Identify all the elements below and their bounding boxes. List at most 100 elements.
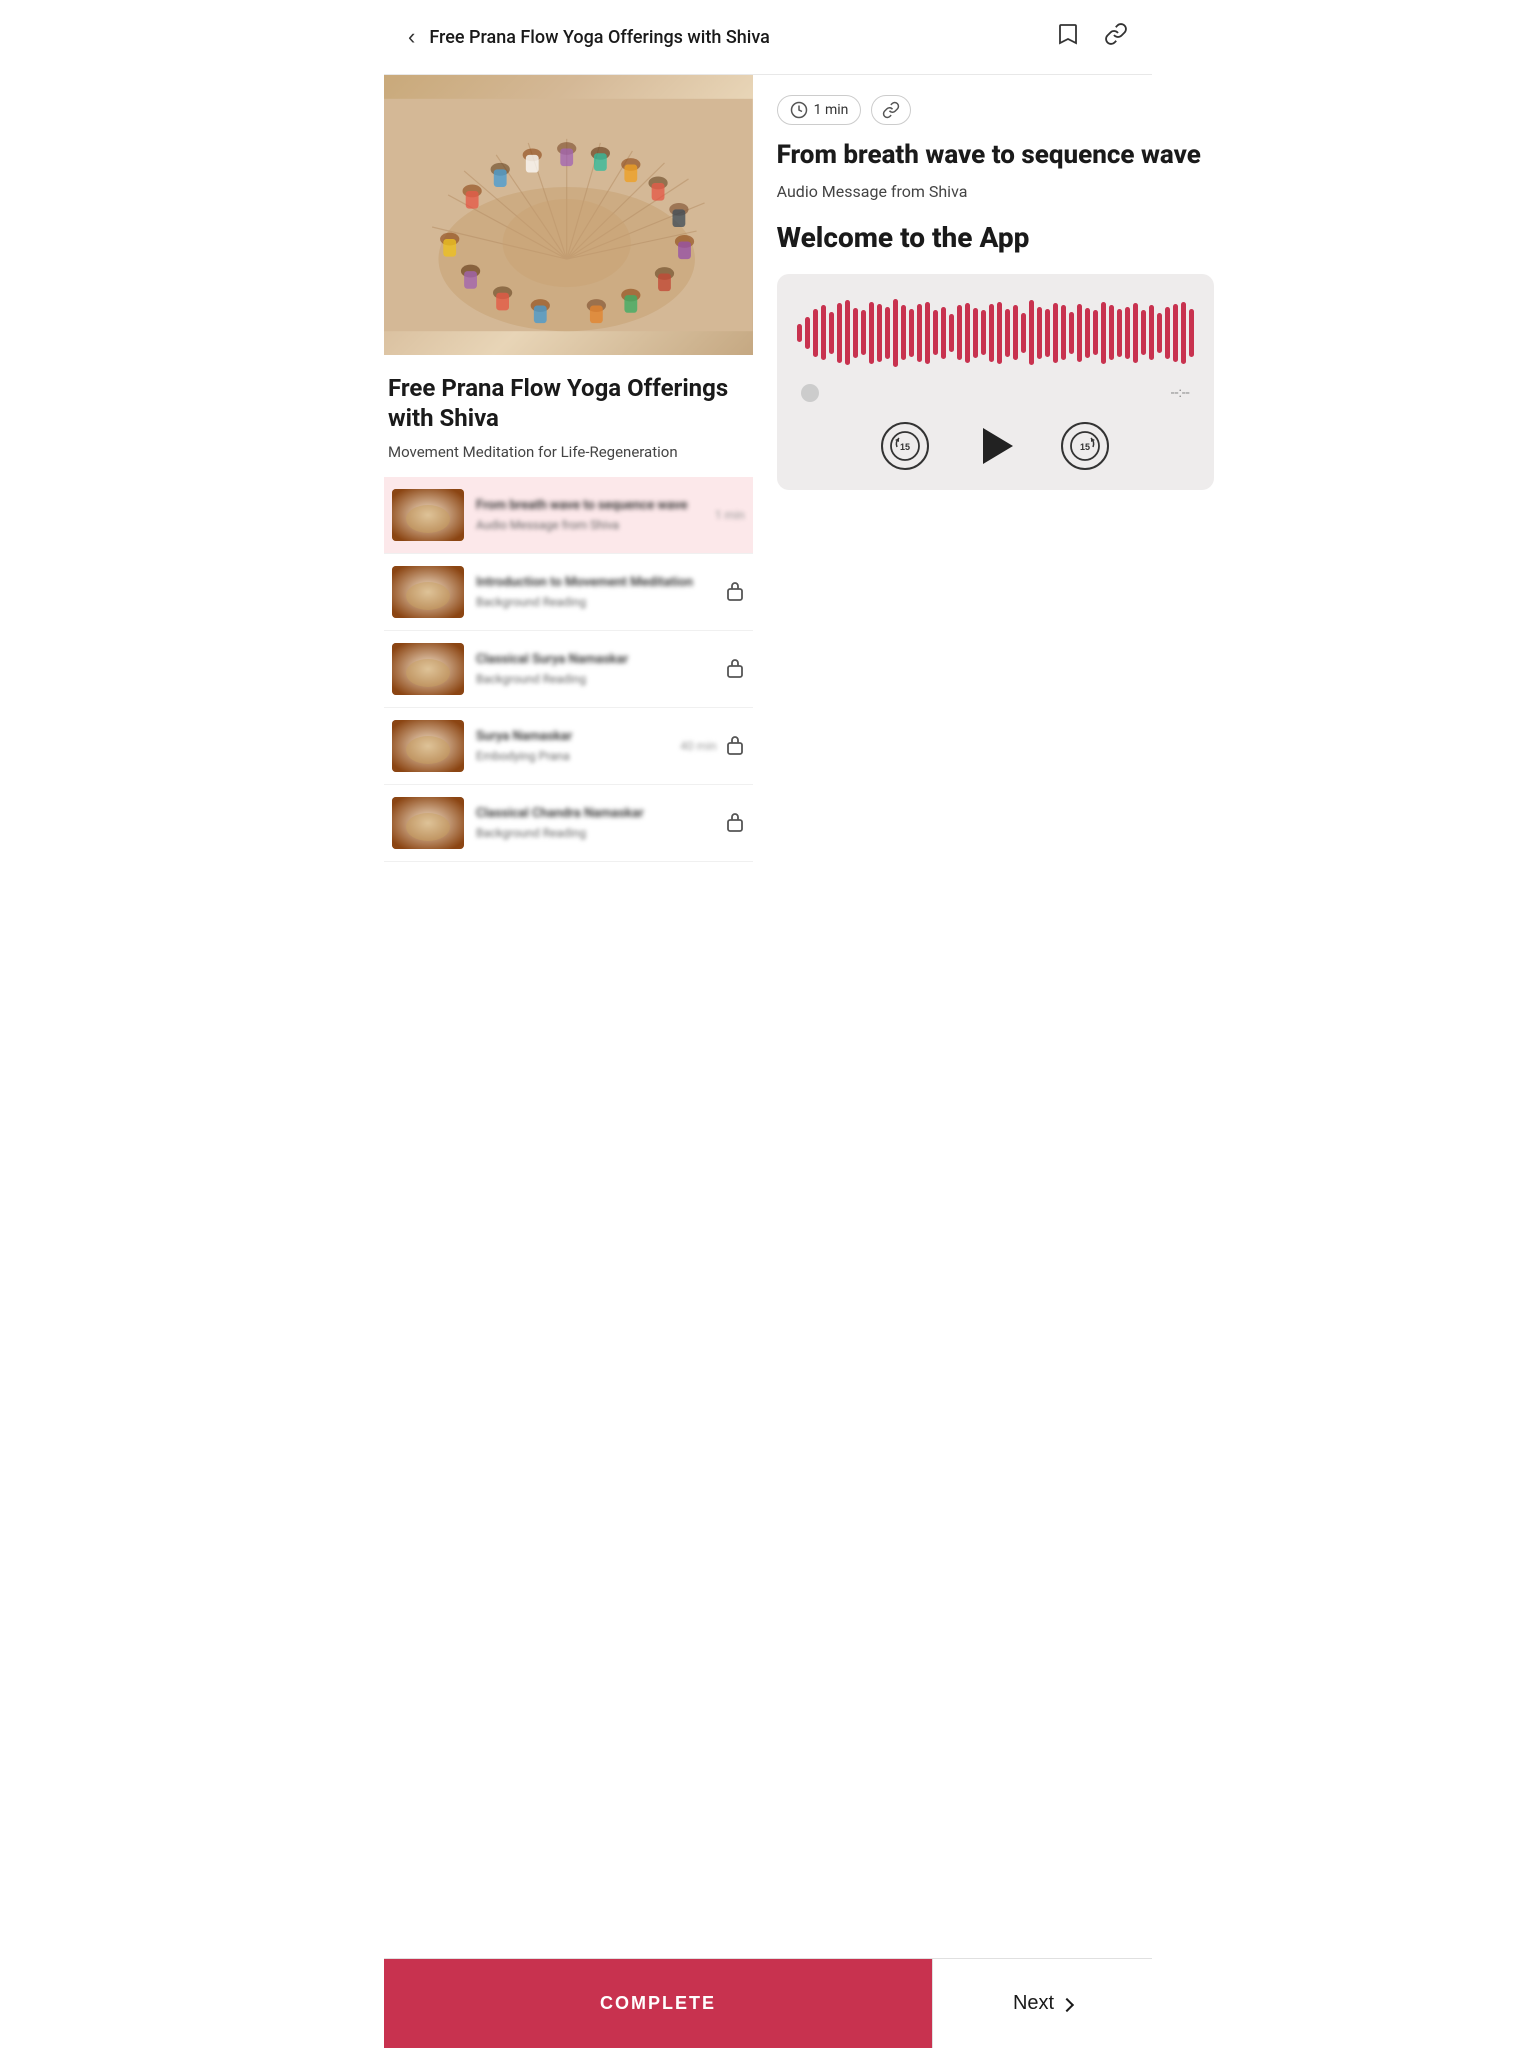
duration-label: 1 min bbox=[814, 102, 849, 118]
waveform-bar bbox=[917, 304, 922, 362]
lesson-duration: 40 min bbox=[680, 739, 717, 753]
bookmark-button[interactable] bbox=[1052, 18, 1084, 56]
lesson-type: Embodying Prana bbox=[476, 749, 680, 763]
waveform-bar bbox=[1149, 305, 1154, 360]
waveform-bar bbox=[893, 299, 898, 367]
lesson-info: From breath wave to sequence wave Audio M… bbox=[476, 498, 715, 532]
lesson-type: Background Reading bbox=[476, 595, 725, 609]
header-left: ‹ Free Prana Flow Yoga Offerings with Sh… bbox=[404, 20, 770, 54]
waveform-bar bbox=[813, 309, 818, 357]
welcome-title: Welcome to the App bbox=[777, 221, 1214, 254]
waveform-bar bbox=[949, 314, 954, 352]
waveform-bar bbox=[837, 303, 842, 363]
lesson-thumbnail bbox=[392, 489, 464, 541]
course-subtitle: Movement Meditation for Life-Regeneratio… bbox=[384, 439, 753, 477]
waveform-bar bbox=[997, 302, 1002, 364]
hero-illustration bbox=[384, 75, 753, 355]
hero-image bbox=[384, 75, 753, 355]
waveform-bar bbox=[1101, 302, 1106, 364]
lesson-item[interactable]: Introduction to Movement Meditation Backg… bbox=[384, 554, 753, 631]
back-button[interactable]: ‹ bbox=[404, 20, 419, 54]
lesson-item[interactable]: Classical Chandra Namaskar Background Rea… bbox=[384, 785, 753, 862]
waveform-bar bbox=[1045, 309, 1050, 357]
svg-text:15: 15 bbox=[1080, 442, 1090, 452]
waveform-bar bbox=[1141, 310, 1146, 355]
waveform-bar bbox=[1093, 310, 1098, 355]
lesson-info: Introduction to Movement Meditation Backg… bbox=[476, 575, 725, 609]
waveform-bar bbox=[869, 302, 874, 364]
waveform-bar bbox=[853, 308, 858, 358]
lock-icon bbox=[725, 579, 745, 606]
lesson-name: Introduction to Movement Meditation bbox=[476, 575, 725, 592]
waveform-bar bbox=[885, 307, 890, 359]
link-icon bbox=[1104, 22, 1128, 46]
waveform-bar bbox=[901, 305, 906, 360]
waveform-bar bbox=[1053, 303, 1058, 363]
lesson-list: From breath wave to sequence wave Audio M… bbox=[384, 477, 753, 862]
lesson-info: Classical Chandra Namaskar Background Rea… bbox=[476, 806, 725, 840]
lesson-info: Classical Surya NamaskarBackground Readi… bbox=[476, 652, 725, 686]
header-icons bbox=[1052, 18, 1132, 56]
link-button[interactable] bbox=[1100, 18, 1132, 56]
waveform-bar bbox=[1005, 309, 1010, 357]
waveform-bar bbox=[941, 307, 946, 359]
rewind-icon: 15 bbox=[881, 422, 929, 470]
bottom-bar: COMPLETE Next bbox=[384, 1958, 1152, 2048]
lesson-meta: 1 min bbox=[715, 508, 745, 522]
waveform-bar bbox=[973, 308, 978, 358]
lesson-meta bbox=[725, 579, 745, 606]
lock-icon bbox=[725, 733, 745, 760]
waveform-bar bbox=[1029, 300, 1034, 365]
play-button[interactable] bbox=[977, 428, 1013, 464]
waveform-bar bbox=[1157, 313, 1162, 353]
lesson-item[interactable]: From breath wave to sequence wave Audio M… bbox=[384, 477, 753, 554]
lesson-info: Surya NamaskarEmbodying Prana bbox=[476, 729, 680, 763]
next-label: Next bbox=[1013, 1992, 1054, 2015]
progress-row: --:-- bbox=[797, 384, 1194, 402]
waveform-bar bbox=[1109, 305, 1114, 360]
header: ‹ Free Prana Flow Yoga Offerings with Sh… bbox=[384, 0, 1152, 75]
forward-button[interactable]: 15 bbox=[1061, 422, 1109, 470]
waveform-bar bbox=[989, 304, 994, 362]
right-column: 1 min From breath wave to sequence wave … bbox=[753, 75, 1234, 510]
waveform-bar bbox=[1085, 308, 1090, 358]
waveform-bar bbox=[933, 310, 938, 355]
lesson-name: Classical Chandra Namaskar bbox=[476, 806, 725, 823]
waveform-bar bbox=[821, 305, 826, 360]
waveform-bar bbox=[1133, 303, 1138, 363]
lesson-name: From breath wave to sequence wave bbox=[476, 498, 715, 515]
lesson-type: Background Reading bbox=[476, 826, 725, 840]
waveform-bar bbox=[1077, 304, 1082, 362]
complete-button[interactable]: COMPLETE bbox=[384, 1959, 932, 2048]
bookmark-icon bbox=[1056, 22, 1080, 46]
progress-dot bbox=[801, 384, 819, 402]
time-badge: 1 min bbox=[777, 95, 862, 125]
waveform-bar bbox=[845, 300, 850, 365]
waveform-bar bbox=[981, 310, 986, 355]
audio-label: Audio Message from Shiva bbox=[777, 182, 1214, 201]
waveform-bar bbox=[797, 324, 802, 342]
meta-row: 1 min bbox=[777, 95, 1214, 125]
lesson-type: Audio Message from Shiva bbox=[476, 518, 715, 532]
waveform-bar bbox=[1125, 307, 1130, 359]
lesson-item[interactable]: Surya NamaskarEmbodying Prana40 min bbox=[384, 708, 753, 785]
link-badge[interactable] bbox=[871, 95, 911, 125]
left-column: Free Prana Flow Yoga Offerings with Shiv… bbox=[384, 75, 753, 862]
lock-icon bbox=[725, 656, 745, 683]
lesson-meta: 40 min bbox=[680, 733, 745, 760]
audio-player: --:-- 15 bbox=[777, 274, 1214, 490]
waveform-bar bbox=[805, 317, 810, 349]
chevron-right-icon bbox=[1060, 1997, 1074, 2011]
rewind-button[interactable]: 15 bbox=[881, 422, 929, 470]
waveform-bar bbox=[1117, 309, 1122, 357]
waveform-bar bbox=[957, 305, 962, 360]
forward-icon: 15 bbox=[1061, 422, 1109, 470]
header-title: Free Prana Flow Yoga Offerings with Shiv… bbox=[429, 27, 770, 48]
clock-icon bbox=[790, 101, 808, 119]
forward-svg: 15 bbox=[1069, 430, 1101, 462]
next-button[interactable]: Next bbox=[932, 1959, 1152, 2048]
waveform-bar bbox=[1069, 312, 1074, 354]
lesson-item[interactable]: Classical Surya NamaskarBackground Readi… bbox=[384, 631, 753, 708]
waveform-bar bbox=[909, 309, 914, 357]
lock-icon bbox=[725, 810, 745, 837]
